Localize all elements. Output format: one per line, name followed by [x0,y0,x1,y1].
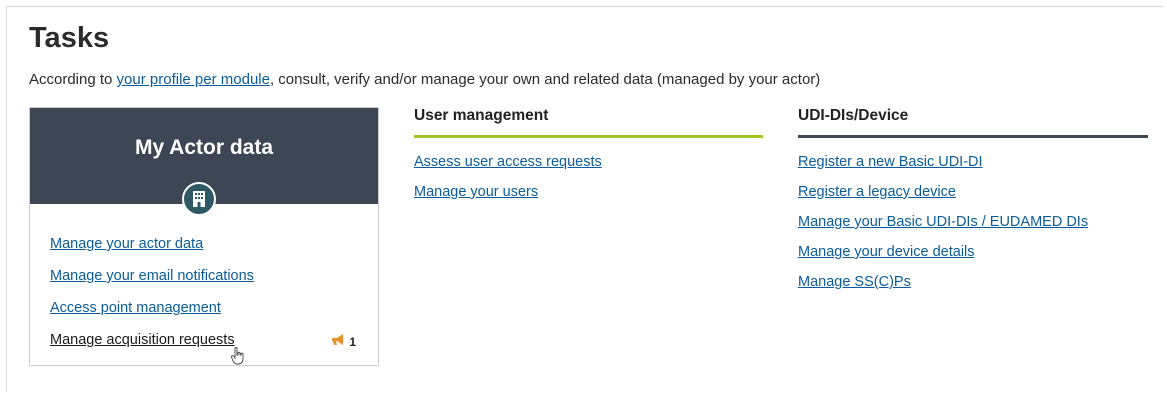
badge-count: 1 [349,334,356,349]
actor-data-card: My Actor data Manage your actor data Man… [29,107,379,366]
access-point-management-link[interactable]: Access point management [50,300,360,316]
manage-sscps-link[interactable]: Manage SS(C)Ps [798,274,1148,290]
acquisition-requests-badge: 1 [331,334,356,349]
hand-cursor-icon [230,346,245,370]
intro-text: According to your profile per module, co… [29,71,820,88]
register-legacy-device-link[interactable]: Register a legacy device [798,184,1148,200]
user-management-title: User management [414,107,549,124]
register-basic-udi-di-link[interactable]: Register a new Basic UDI-DI [798,154,1148,170]
udi-device-title: UDI-DIs/Device [798,107,909,124]
user-management-section: User management Assess user access reque… [414,107,763,214]
manage-device-details-link[interactable]: Manage your device details [798,244,1148,260]
actor-card-header: My Actor data [30,108,378,216]
manage-acquisition-requests-link[interactable]: Manage acquisition requests [50,332,360,348]
user-management-links: Assess user access requests Manage your … [414,154,763,200]
manage-basic-udi-dis-link[interactable]: Manage your Basic UDI-DIs / EUDAMED DIs [798,214,1148,230]
actor-card-title: My Actor data [134,136,274,159]
building-icon [182,182,216,216]
udi-device-section: UDI-DIs/Device Register a new Basic UDI-… [798,107,1148,304]
udi-device-links: Register a new Basic UDI-DI Register a l… [798,154,1148,290]
intro-suffix: , consult, verify and/or manage your own… [269,71,821,88]
page-title: Tasks [29,22,110,54]
udi-device-rule [798,135,1148,138]
assess-user-access-requests-link[interactable]: Assess user access requests [414,154,763,170]
manage-your-users-link[interactable]: Manage your users [414,184,763,200]
user-management-rule [414,135,763,138]
actor-card-links: Manage your actor data Manage your email… [50,236,360,364]
manage-actor-data-link[interactable]: Manage your actor data [50,236,360,252]
megaphone-icon [331,334,345,349]
intro-prefix: According to [29,71,117,88]
manage-email-notifications-link[interactable]: Manage your email notifications [50,268,360,284]
profile-per-module-link[interactable]: your profile per module [117,71,270,88]
